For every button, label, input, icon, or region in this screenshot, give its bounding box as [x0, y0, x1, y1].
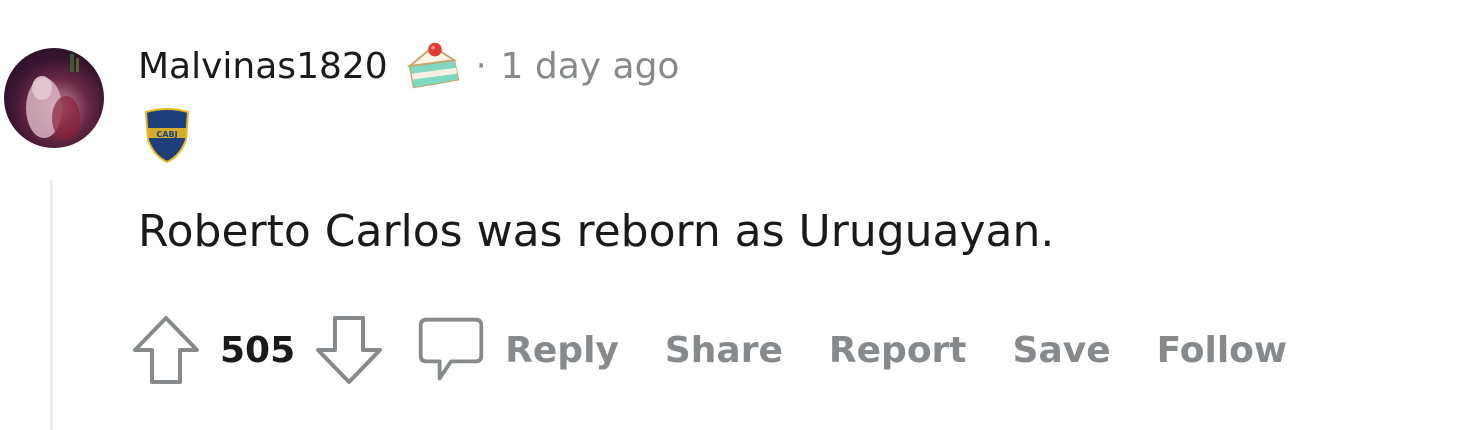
- username[interactable]: Malvinas1820: [138, 46, 388, 87]
- comment-button[interactable]: [415, 312, 487, 388]
- cake-icon: [404, 37, 462, 95]
- comment-body: Roberto Carlos was reborn as Uruguayan.: [138, 206, 1055, 257]
- follow-button[interactable]: Follow: [1157, 330, 1288, 371]
- comment-actions: 505 Reply Share Report Save Follow: [130, 310, 1287, 390]
- arrow-down-icon: [316, 316, 383, 384]
- separator: ·: [475, 46, 487, 86]
- reply-button[interactable]: Reply: [505, 330, 619, 371]
- avatar-image: [26, 54, 80, 140]
- boca-juniors-crest-icon: CABJ: [142, 106, 192, 164]
- upvote-button[interactable]: [130, 312, 202, 388]
- user-avatar[interactable]: [4, 48, 104, 148]
- arrow-up-icon: [133, 316, 199, 384]
- thread-line[interactable]: [50, 180, 53, 430]
- vote-count: 505: [220, 329, 296, 371]
- save-button[interactable]: Save: [1013, 330, 1111, 371]
- report-button[interactable]: Report: [829, 330, 967, 371]
- comment: Malvinas1820 · 1 day ago CABJ Roberto Ca…: [0, 0, 1460, 430]
- timestamp[interactable]: 1 day ago: [501, 46, 680, 87]
- downvote-button[interactable]: [313, 312, 385, 388]
- share-button[interactable]: Share: [665, 330, 783, 371]
- flair-text: CABJ: [156, 130, 177, 139]
- comment-header: Malvinas1820 · 1 day ago: [138, 36, 679, 96]
- speech-bubble-icon: [418, 317, 484, 381]
